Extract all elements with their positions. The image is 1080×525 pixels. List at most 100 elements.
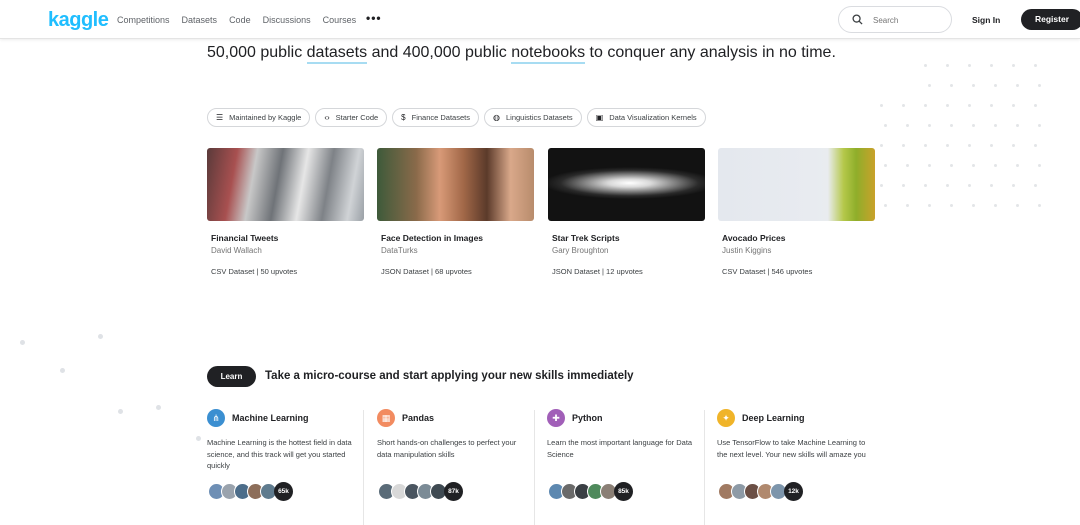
decorative-dot — [994, 124, 997, 127]
decorative-dot — [990, 64, 993, 67]
dataset-author[interactable]: David Wallach — [207, 246, 364, 255]
decorative-dot — [968, 144, 971, 147]
dataset-card-star-trek-scripts[interactable]: Star Trek Scripts Gary Broughton JSON Da… — [548, 148, 705, 276]
decorative-dot — [884, 204, 887, 207]
decorative-dot — [1012, 144, 1015, 147]
decorative-dot — [1038, 164, 1041, 167]
chip-maintained-by-kaggle[interactable]: ☰ Maintained by Kaggle — [207, 108, 311, 127]
decorative-dot — [880, 184, 883, 187]
dataset-card-face-detection[interactable]: Face Detection in Images DataTurks JSON … — [377, 148, 534, 276]
decorative-dot — [156, 405, 161, 410]
decorative-dot — [1012, 184, 1015, 187]
decorative-dot — [196, 436, 201, 441]
learner-avatars: 85k — [548, 482, 633, 501]
hero-text-part: to conquer any analysis in no time. — [585, 44, 836, 61]
chip-starter-code[interactable]: ‹› Starter Code — [315, 108, 388, 127]
hero-text-part: and 400,000 public — [367, 44, 512, 61]
chip-label: Linguistics Datasets — [505, 113, 573, 122]
course-name[interactable]: Python — [572, 413, 603, 423]
dataset-author[interactable]: DataTurks — [377, 246, 534, 255]
dataset-author[interactable]: Gary Broughton — [548, 246, 705, 255]
decorative-dot — [60, 368, 65, 373]
dataset-title[interactable]: Star Trek Scripts — [548, 233, 705, 243]
dataset-card-avocado-prices[interactable]: Avocado Prices Justin Kiggins CSV Datase… — [718, 148, 875, 276]
course-machine-learning[interactable]: ⋔ Machine Learning Machine Learning is th… — [207, 409, 367, 472]
decorative-dot — [1016, 204, 1019, 207]
decorative-dot — [990, 144, 993, 147]
chip-label: Data Visualization Kernels — [609, 113, 697, 122]
register-button[interactable]: Register — [1021, 9, 1080, 30]
decorative-dot — [1034, 64, 1037, 67]
dataset-title[interactable]: Face Detection in Images — [377, 233, 534, 243]
decorative-dot — [1012, 104, 1015, 107]
more-menu-icon[interactable]: ••• — [366, 11, 382, 25]
decorative-dot — [1038, 124, 1041, 127]
decorative-dot — [884, 124, 887, 127]
chip-label: Finance Datasets — [411, 113, 470, 122]
sign-in-link[interactable]: Sign In — [972, 15, 1000, 25]
decorative-dot — [884, 164, 887, 167]
nav-link-courses[interactable]: Courses — [323, 15, 357, 25]
decorative-dot — [990, 184, 993, 187]
course-description: Learn the most important language for Da… — [547, 438, 693, 459]
decorative-dot — [972, 124, 975, 127]
course-name[interactable]: Deep Learning — [742, 413, 805, 423]
decorative-dot — [1038, 84, 1041, 87]
chip-data-visualization-kernels[interactable]: ▣ Data Visualization Kernels — [586, 108, 706, 127]
list-icon: ☰ — [216, 113, 224, 122]
dataset-thumbnail — [548, 148, 705, 221]
dataset-title[interactable]: Avocado Prices — [718, 233, 875, 243]
dataset-author[interactable]: Justin Kiggins — [718, 246, 875, 255]
hero-text-part: 50,000 public — [207, 44, 307, 61]
decorative-dot — [950, 124, 953, 127]
course-deep-learning[interactable]: ✦ Deep Learning Use TensorFlow to take Ma… — [717, 409, 877, 460]
learn-button[interactable]: Learn — [207, 366, 256, 387]
brain-icon: ✦ — [717, 409, 735, 427]
hero-text: 50,000 public datasets and 400,000 publi… — [207, 44, 836, 64]
decorative-dot — [968, 64, 971, 67]
search-box[interactable] — [838, 6, 952, 33]
nav-link-datasets[interactable]: Datasets — [182, 15, 218, 25]
dollar-icon: $ — [401, 113, 406, 122]
nav-link-competitions[interactable]: Competitions — [117, 15, 170, 25]
table-icon: ▦ — [377, 409, 395, 427]
decorative-dot — [994, 164, 997, 167]
course-name[interactable]: Pandas — [402, 413, 434, 423]
nav-links: Competitions Datasets Code Discussions C… — [117, 15, 368, 25]
search-icon — [852, 14, 863, 25]
learner-count-badge: 65k — [274, 482, 293, 501]
decorative-dot — [928, 164, 931, 167]
datasets-link[interactable]: datasets — [306, 44, 368, 64]
decorative-dot — [950, 164, 953, 167]
course-python[interactable]: ✚ Python Learn the most important languag… — [547, 409, 707, 460]
dataset-title[interactable]: Financial Tweets — [207, 233, 364, 243]
decorative-dot — [902, 184, 905, 187]
decorative-dot — [906, 164, 909, 167]
decorative-dot — [20, 340, 25, 345]
kaggle-logo[interactable]: kaggle — [48, 9, 109, 32]
notebooks-link[interactable]: notebooks — [511, 44, 586, 64]
nav-link-code[interactable]: Code — [229, 15, 251, 25]
nav-link-discussions[interactable]: Discussions — [263, 15, 311, 25]
decorative-dot — [98, 334, 103, 339]
decorative-dot — [118, 409, 123, 414]
course-description: Machine Learning is the hottest field in… — [207, 438, 352, 470]
chip-linguistics-datasets[interactable]: ◍ Linguistics Datasets — [484, 108, 582, 127]
course-description: Use TensorFlow to take Machine Learning … — [717, 438, 866, 459]
decorative-dot — [1034, 184, 1037, 187]
learn-heading: Take a micro-course and start applying y… — [265, 370, 634, 382]
dataset-thumbnail — [207, 148, 364, 221]
search-input[interactable] — [873, 13, 943, 27]
python-icon: ✚ — [547, 409, 565, 427]
decorative-dot — [924, 144, 927, 147]
dataset-thumbnail — [377, 148, 534, 221]
course-name[interactable]: Machine Learning — [232, 413, 309, 423]
decorative-dot — [990, 104, 993, 107]
image-icon: ▣ — [595, 113, 604, 122]
dataset-card-financial-tweets[interactable]: Financial Tweets David Wallach CSV Datas… — [207, 148, 364, 276]
chip-finance-datasets[interactable]: $ Finance Datasets — [392, 108, 479, 127]
dataset-thumbnail — [718, 148, 875, 221]
decorative-dot — [906, 204, 909, 207]
course-pandas[interactable]: ▦ Pandas Short hands-on challenges to per… — [377, 409, 537, 460]
decorative-dot — [902, 144, 905, 147]
